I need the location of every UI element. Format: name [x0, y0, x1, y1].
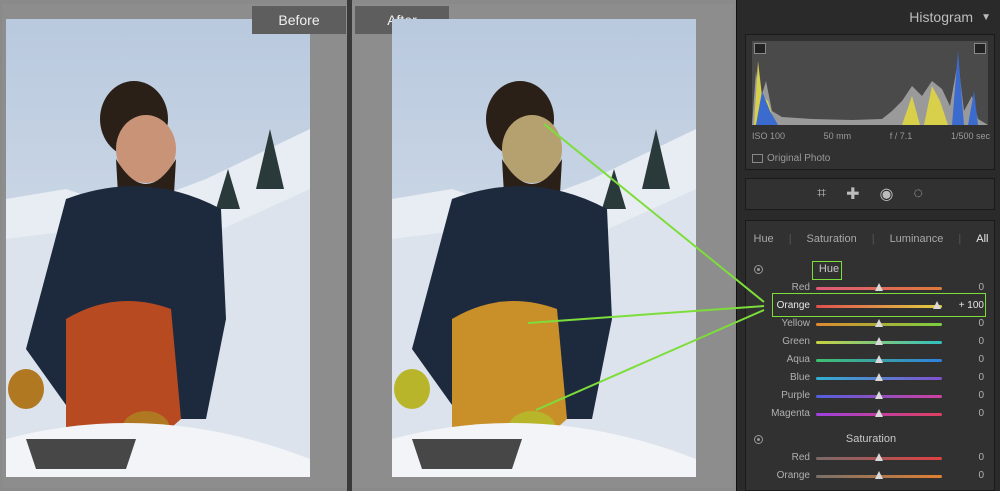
redeye-icon[interactable]: ◉ — [879, 184, 893, 204]
tab-separator: | — [871, 233, 875, 245]
slider-knob[interactable] — [875, 391, 883, 399]
hue-title: Hue — [818, 263, 840, 275]
slider-knob[interactable] — [875, 409, 883, 417]
slider-hue-blue[interactable]: Blue 0 — [746, 369, 996, 387]
slider-knob[interactable] — [875, 471, 883, 479]
slider-knob[interactable] — [875, 453, 883, 461]
original-photo-label: Original Photo — [767, 153, 831, 164]
histogram-header[interactable]: Histogram ▼ — [737, 0, 1000, 34]
slider-knob[interactable] — [875, 319, 883, 327]
tab-separator: | — [788, 233, 792, 245]
exif-row: ISO 100 50 mm f / 7.1 1/500 sec — [752, 131, 990, 141]
histogram-title: Histogram — [909, 9, 974, 25]
slider-label: Yellow — [781, 318, 810, 329]
before-pane: Before — [2, 4, 347, 488]
aperture-value: f / 7.1 — [889, 131, 913, 141]
shadow-clipping-icon[interactable] — [754, 43, 766, 54]
slider-label: Blue — [789, 372, 810, 383]
histogram-graph — [752, 41, 988, 125]
original-photo-toggle[interactable]: Original Photo — [752, 153, 830, 164]
tab-hue[interactable]: Hue — [754, 233, 774, 245]
saturation-section-header: Saturation — [746, 431, 996, 449]
slider-label: Aqua — [786, 354, 810, 365]
slider-value[interactable]: 0 — [978, 372, 984, 383]
slider-sat-orange[interactable]: Orange 0 — [746, 467, 996, 485]
slider-label: Green — [782, 336, 810, 347]
collapse-triangle-icon[interactable]: ▼ — [981, 12, 991, 23]
slider-label: Purple — [781, 390, 810, 401]
checkbox-icon[interactable] — [752, 154, 763, 163]
crop-icon[interactable]: ⌗ — [817, 185, 826, 203]
slider-knob[interactable] — [875, 355, 883, 363]
slider-value[interactable]: 0 — [978, 282, 984, 293]
slider-hue-aqua[interactable]: Aqua 0 — [746, 351, 996, 369]
slider-label: Red — [791, 452, 810, 463]
after-pane: After — [352, 4, 734, 488]
before-label: Before — [252, 6, 346, 34]
slider-hue-purple[interactable]: Purple 0 — [746, 387, 996, 405]
slider-value[interactable]: 0 — [978, 390, 984, 401]
slider-knob[interactable] — [875, 283, 883, 291]
hsl-panel: Hue | Saturation | Luminance | All Hue Red 0 Ora… — [745, 220, 995, 491]
healing-icon[interactable]: ✚ — [846, 184, 859, 204]
slider-value[interactable]: 0 — [978, 452, 984, 463]
slider-hue-yellow[interactable]: Yellow 0 — [746, 315, 996, 333]
orange-highlight-box — [772, 293, 986, 317]
slider-label: Red — [791, 282, 810, 293]
slider-sat-red[interactable]: Red 0 — [746, 449, 996, 467]
focal-value: 50 mm — [823, 131, 852, 141]
slider-value[interactable]: 0 — [978, 408, 984, 419]
slider-hue-magenta[interactable]: Magenta 0 — [746, 405, 996, 423]
before-photo — [6, 19, 310, 477]
masking-icon[interactable]: ◌ — [913, 185, 923, 203]
shutter-value: 1/500 sec — [950, 131, 990, 141]
slider-value[interactable]: 0 — [978, 318, 984, 329]
tab-all[interactable]: All — [976, 233, 988, 245]
slider-value[interactable]: 0 — [978, 336, 984, 347]
iso-value: ISO 100 — [752, 131, 786, 141]
compare-view: Before After — [0, 0, 736, 491]
saturation-title: Saturation — [845, 433, 897, 445]
slider-label: Orange — [776, 470, 810, 481]
slider-hue-green[interactable]: Green 0 — [746, 333, 996, 351]
tab-separator: | — [958, 233, 962, 245]
hsl-tabs: Hue | Saturation | Luminance | All — [746, 229, 996, 249]
tab-saturation[interactable]: Saturation — [807, 233, 857, 245]
slider-knob[interactable] — [875, 337, 883, 345]
histogram: ISO 100 50 mm f / 7.1 1/500 sec Original… — [745, 34, 995, 170]
slider-label: Magenta — [771, 408, 810, 419]
slider-knob[interactable] — [875, 373, 883, 381]
tab-luminance[interactable]: Luminance — [890, 233, 944, 245]
after-photo — [392, 19, 696, 477]
develop-panel: Histogram ▼ ISO 100 50 mm f / 7.1 1/500 … — [736, 0, 1000, 491]
tool-strip: ⌗ ✚ ◉ ◌ — [745, 178, 995, 210]
slider-value[interactable]: 0 — [978, 354, 984, 365]
hue-section-header: Hue — [746, 261, 996, 280]
highlight-clipping-icon[interactable] — [974, 43, 986, 54]
slider-value[interactable]: 0 — [978, 470, 984, 481]
